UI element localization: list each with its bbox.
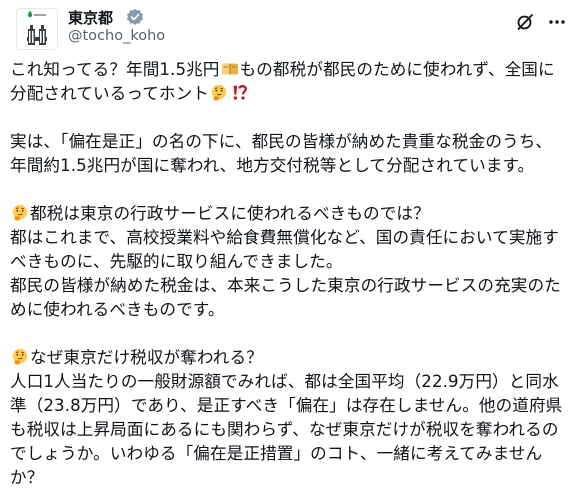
more-options-button[interactable] xyxy=(547,12,567,32)
thinking-face-icon xyxy=(12,204,28,221)
text-line: 都民の皆様が納めた税金は、本来こうした東京の行政サービスの充実のた xyxy=(10,276,561,295)
display-name[interactable]: 東京都 xyxy=(68,7,113,28)
avatar[interactable] xyxy=(16,8,58,50)
text-line: べきものに、先駆的に取り組んできました。 xyxy=(10,252,343,271)
grok-button[interactable] xyxy=(515,12,535,32)
exclamation-question-icon xyxy=(233,85,247,100)
text-line: めに使われるべきものです。 xyxy=(10,300,225,319)
text-segment: 都税は東京の行政サービスに使われるべきものでは？ xyxy=(30,204,430,223)
text-segment: もの都税が都民のために使われず、全国に xyxy=(239,60,555,79)
text-line: 準（23.8万円）であり、是正すべき「偏在」は存在しません。他の道府県 xyxy=(10,396,563,415)
tokyo-metropolitan-government-logo xyxy=(27,11,47,45)
text-line: でしょうか。いわゆる「偏在是正措置」のコト、一緒に考えてみません xyxy=(10,444,543,463)
text-segment: なぜ東京だけ税収が奪われる？ xyxy=(30,348,263,367)
text-line: 人口1人当たりの一般財源額でみれば、都は全国平均（22.9万円）と同水 xyxy=(10,372,559,391)
government-verified-badge-icon xyxy=(126,8,144,26)
post-header: 東京都 @tocho_koho xyxy=(16,6,573,50)
text-line: も税収は上昇局面にあるにも関わらず、なぜ東京だけが税収を奪われるの xyxy=(10,420,559,439)
text-line: なぜ東京だけ税収が奪われる？ xyxy=(10,346,580,370)
text-line: 年間約1.5兆円が国に奪われ、地方交付税等として分配されています。 xyxy=(10,156,535,175)
text-line: 都はこれまで、高校授業料や給食費無償化など、国の責任において実施す xyxy=(10,228,559,247)
text-line: 分配されているってホント xyxy=(10,82,580,106)
text-line: 都税は東京の行政サービスに使われるべきものでは？ xyxy=(10,202,580,226)
text-line: か？ xyxy=(10,468,44,487)
text-line: これ知ってる？年間1.5兆円 もの都税が都民のために使われず、全国に xyxy=(10,58,580,82)
more-options-icon xyxy=(549,20,565,24)
handle[interactable]: @tocho_koho xyxy=(68,28,165,44)
thinking-face-icon xyxy=(12,348,28,365)
post: 東京都 @tocho_koho これ知ってる？年間1.5兆円 もの都税が都民のため… xyxy=(0,0,587,501)
text-segment: これ知ってる？年間1.5兆円 xyxy=(10,60,220,79)
text-line: 実は、「偏在是正」の名の下に、都民の皆様が納めた貴重な税金のうち、 xyxy=(10,132,553,151)
money-bag-icon xyxy=(221,63,238,75)
post-text: これ知ってる？年間1.5兆円 もの都税が都民のために使われず、全国に 分配されてい… xyxy=(10,58,580,490)
text-segment: 分配されているってホント xyxy=(10,84,209,103)
thinking-face-icon xyxy=(211,84,227,101)
grok-icon xyxy=(517,14,533,30)
